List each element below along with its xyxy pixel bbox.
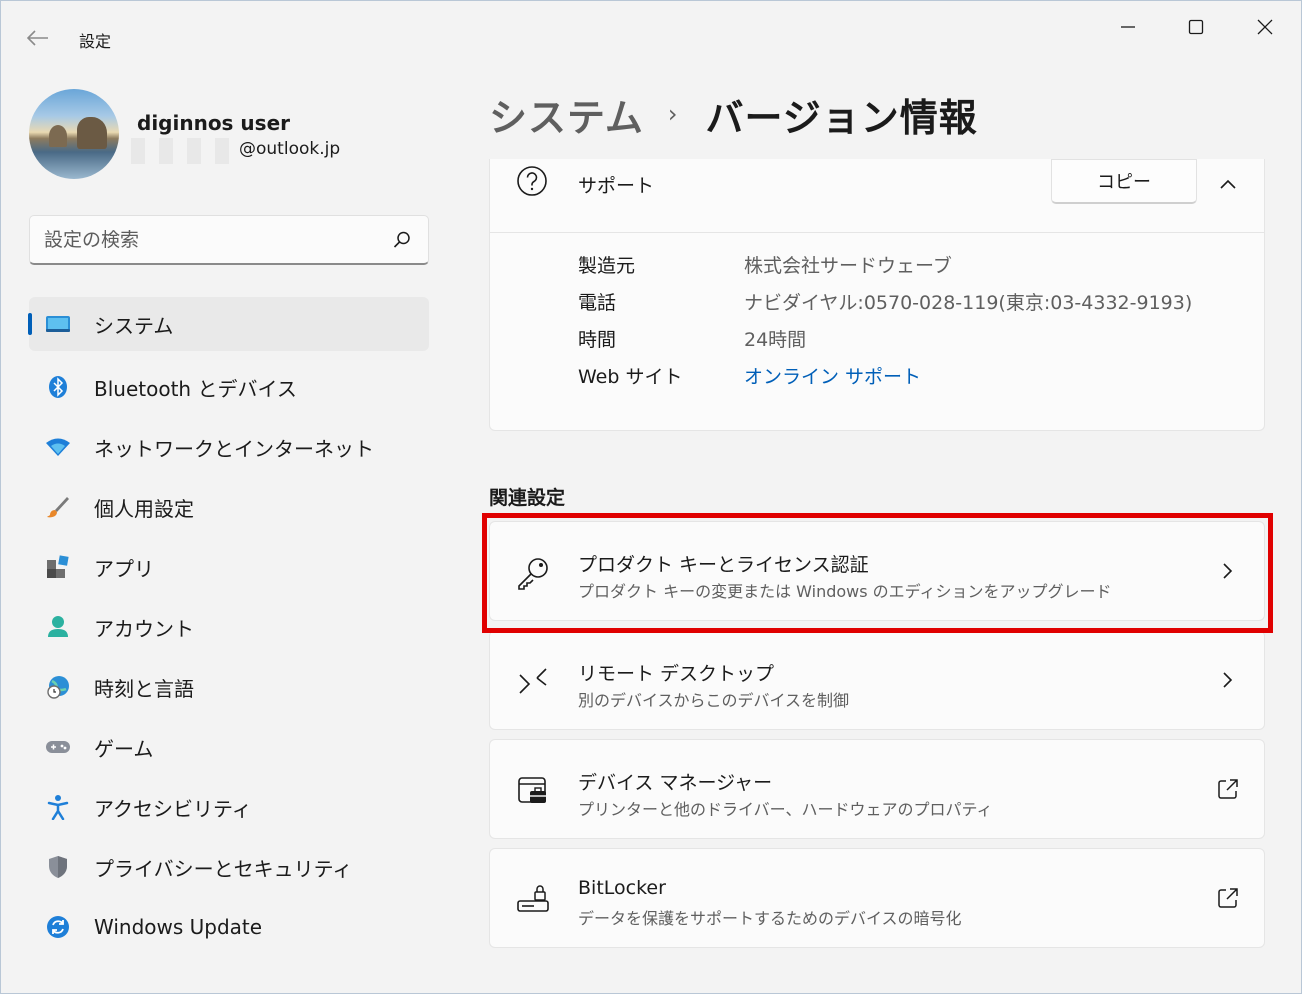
remote-desktop-icon xyxy=(516,665,550,699)
sidebar-item-label: システム xyxy=(94,313,174,338)
sidebar-item-label: 個人用設定 xyxy=(94,496,194,521)
close-button[interactable] xyxy=(1236,9,1294,45)
sidebar-nav: システム Bluetooth とデバイス ネットワークとインターネット 個人用設… xyxy=(28,297,429,957)
support-header[interactable]: サポート コピー xyxy=(490,159,1264,233)
sidebar-item-bluetooth[interactable]: Bluetooth とデバイス xyxy=(29,357,429,417)
globe-clock-icon xyxy=(45,674,71,700)
page-title: バージョン情報 xyxy=(705,95,978,140)
avatar[interactable] xyxy=(29,89,119,179)
device-manager-item[interactable]: デバイス マネージャー プリンターと他のドライバー、ハードウェアのプロパティ xyxy=(489,739,1265,839)
user-email: @outlook.jp xyxy=(239,139,341,159)
maximize-button[interactable] xyxy=(1167,9,1225,45)
sidebar-item-network[interactable]: ネットワークとインターネット xyxy=(29,417,429,477)
sidebar-item-label: プライバシーとセキュリティ xyxy=(94,856,353,881)
bitlocker-item[interactable]: BitLocker データを保護をサポートするためのデバイスの暗号化 xyxy=(489,848,1265,948)
online-support-link[interactable]: オンライン サポート xyxy=(744,362,921,389)
hours-label: 時間 xyxy=(578,329,617,351)
sidebar-item-label: ゲーム xyxy=(94,736,154,761)
sidebar-item-gaming[interactable]: ゲーム xyxy=(29,717,429,777)
sidebar-item-label: Windows Update xyxy=(94,915,263,939)
chevron-up-icon xyxy=(1220,179,1236,189)
remote-desktop-item[interactable]: リモート デスクトップ 別のデバイスからこのデバイスを制御 xyxy=(489,630,1265,730)
sidebar-item-label: ネットワークとインターネット xyxy=(94,436,374,461)
update-icon xyxy=(45,914,71,940)
accessibility-icon xyxy=(45,794,71,820)
user-name: diginnos user xyxy=(137,111,290,135)
back-arrow-icon xyxy=(27,30,48,46)
bluetooth-icon xyxy=(45,374,71,400)
minimize-button[interactable] xyxy=(1099,9,1157,45)
sidebar-item-windows-update[interactable]: Windows Update xyxy=(29,897,429,957)
item-subtitle: プリンターと他のドライバー、ハードウェアのプロパティ xyxy=(578,800,993,819)
sidebar-item-label: 時刻と言語 xyxy=(94,676,194,701)
external-link-icon xyxy=(1216,777,1240,801)
external-link-icon xyxy=(1216,886,1240,910)
item-title: リモート デスクトップ xyxy=(578,663,775,685)
chevron-right-icon xyxy=(1216,559,1240,583)
key-icon xyxy=(516,556,550,590)
phone-label: 電話 xyxy=(578,292,617,314)
search-icon[interactable] xyxy=(392,230,412,250)
sidebar-item-label: アプリ xyxy=(94,556,154,581)
device-manager-icon xyxy=(516,774,550,808)
related-settings-heading: 関連設定 xyxy=(489,487,566,509)
minimize-icon xyxy=(1121,26,1135,28)
item-title: プロダクト キーとライセンス認証 xyxy=(578,554,869,576)
app-title: 設定 xyxy=(79,32,112,51)
sidebar-item-accounts[interactable]: アカウント xyxy=(29,597,429,657)
sidebar-item-apps[interactable]: アプリ xyxy=(29,537,429,597)
chevron-right-icon xyxy=(1216,668,1240,692)
account-icon xyxy=(45,614,71,640)
item-subtitle: 別のデバイスからこのデバイスを制御 xyxy=(578,691,850,710)
back-button[interactable] xyxy=(23,25,53,51)
maximize-icon xyxy=(1188,19,1204,35)
item-subtitle: プロダクト キーの変更または Windows のエディションをアップグレード xyxy=(578,582,1112,601)
sidebar-item-system[interactable]: システム xyxy=(28,297,429,351)
breadcrumb-parent[interactable]: システム xyxy=(489,87,644,142)
gamepad-icon xyxy=(45,734,71,760)
hours-value: 24時間 xyxy=(744,329,807,351)
title-bar: 設定 xyxy=(1,1,1301,53)
sidebar-item-label: アカウント xyxy=(94,616,194,641)
copy-button[interactable]: コピー xyxy=(1051,159,1197,204)
breadcrumb-separator: › xyxy=(667,100,678,128)
sidebar-item-label: Bluetooth とデバイス xyxy=(94,376,297,401)
item-title: デバイス マネージャー xyxy=(578,772,773,794)
close-icon xyxy=(1257,19,1273,35)
product-key-activation-item[interactable]: プロダクト キーとライセンス認証 プロダクト キーの変更または Windows … xyxy=(489,521,1265,621)
sidebar-item-personalization[interactable]: 個人用設定 xyxy=(29,477,429,537)
wifi-icon xyxy=(45,434,71,460)
item-title: BitLocker xyxy=(578,877,666,899)
email-redaction xyxy=(131,138,239,164)
system-icon xyxy=(45,311,71,337)
support-card: サポート コピー 製造元 株式会社サードウェーブ 電話 ナビダイヤル:0570-… xyxy=(489,159,1265,431)
help-icon xyxy=(516,165,548,201)
sidebar-item-privacy[interactable]: プライバシーとセキュリティ xyxy=(29,837,429,897)
sidebar-item-accessibility[interactable]: アクセシビリティ xyxy=(29,777,429,837)
breadcrumb: システム › バージョン情報 xyxy=(489,87,978,141)
support-title: サポート xyxy=(578,175,655,197)
brush-icon xyxy=(45,494,71,520)
settings-window: 設定 diginnos user @outlook.jp システム xyxy=(0,0,1302,994)
apps-icon xyxy=(45,554,71,580)
manufacturer-label: 製造元 xyxy=(578,255,636,277)
manufacturer-value: 株式会社サードウェーブ xyxy=(744,255,952,277)
collapse-button[interactable] xyxy=(1215,171,1241,197)
sidebar-item-label: アクセシビリティ xyxy=(94,796,252,821)
shield-icon xyxy=(45,854,71,880)
sidebar-item-time-language[interactable]: 時刻と言語 xyxy=(29,657,429,717)
phone-value: ナビダイヤル:0570-028-119(東京:03-4332-9193) xyxy=(744,292,1193,314)
item-subtitle: データを保護をサポートするためのデバイスの暗号化 xyxy=(578,909,962,928)
search-input[interactable] xyxy=(44,226,374,254)
drive-lock-icon xyxy=(516,883,550,917)
search-box[interactable] xyxy=(29,215,429,265)
website-label: Web サイト xyxy=(578,366,683,388)
